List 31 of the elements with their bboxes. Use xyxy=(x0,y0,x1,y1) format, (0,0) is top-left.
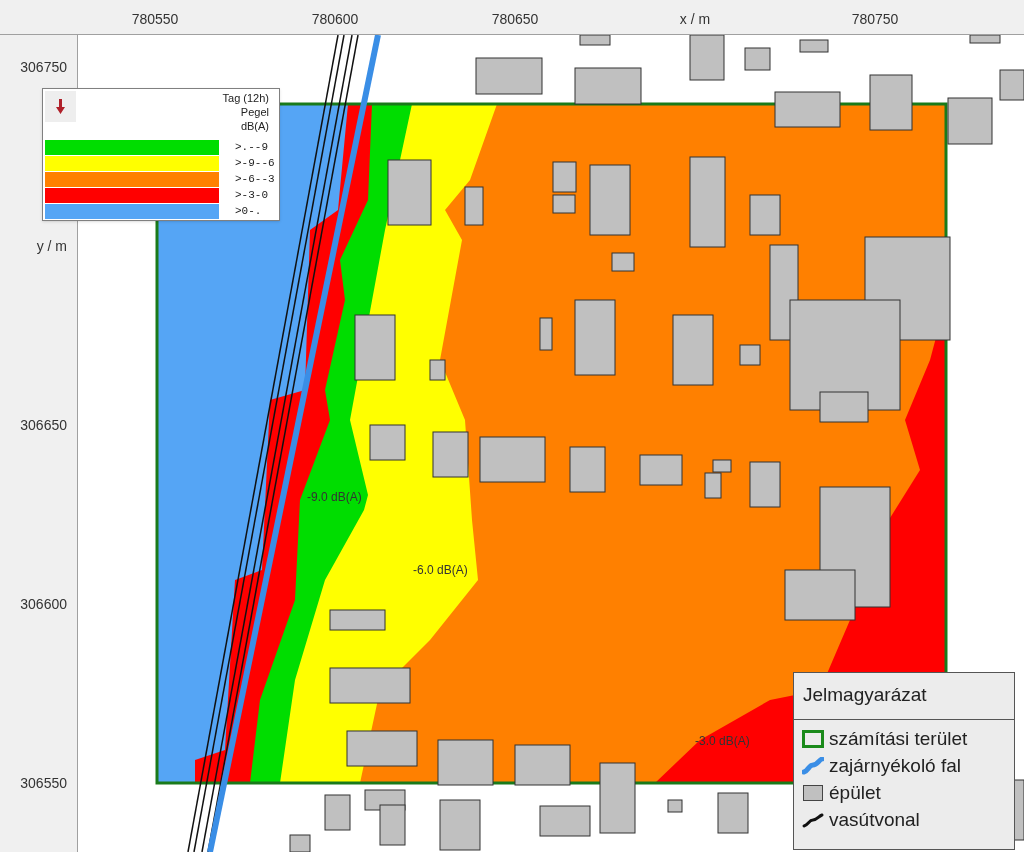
legend-label: számítási terület xyxy=(829,726,968,751)
area-outline-icon xyxy=(802,729,824,748)
legend-label: vasútvonal xyxy=(829,807,920,832)
down-arrow-icon xyxy=(56,99,65,114)
axis-label: 306650 xyxy=(20,415,67,435)
legend-label: >-3-0 xyxy=(235,188,268,203)
axis-label: 780550 xyxy=(131,10,179,29)
contour-label: -3.0 dB(A) xyxy=(695,733,750,750)
axis-label: 780600 xyxy=(311,10,359,29)
legend-title: Pegel xyxy=(240,105,269,119)
legend-label: >.--9 xyxy=(235,140,268,155)
legend-label: >0-. xyxy=(235,204,262,219)
axis-label: 306750 xyxy=(20,57,67,77)
axis-label: 780750 xyxy=(851,10,899,29)
legend-label: zajárnyékoló fal xyxy=(829,753,962,778)
legend-heading: Jelmagyarázat xyxy=(794,673,1014,720)
building-square-icon xyxy=(802,783,824,802)
collapse-button[interactable] xyxy=(45,91,76,122)
contour-label: -9.0 dB(A) xyxy=(307,489,362,506)
axis-label: 780650 xyxy=(491,10,539,29)
contour-label: -6.0 dB(A) xyxy=(413,562,468,579)
legend-title: Tag (12h) xyxy=(222,91,269,105)
wall-line-icon xyxy=(802,756,824,775)
axis-label: 306550 xyxy=(20,773,67,793)
axis-label: y / m xyxy=(36,236,67,256)
legend-label: épület xyxy=(829,780,881,805)
axis-label: 306600 xyxy=(20,594,67,614)
axis-label: x / m xyxy=(679,10,711,29)
legend-label: >-9--6 xyxy=(235,156,275,171)
legend-label: >-6--3 xyxy=(235,172,275,187)
legend-title: dB(A) xyxy=(240,119,269,133)
